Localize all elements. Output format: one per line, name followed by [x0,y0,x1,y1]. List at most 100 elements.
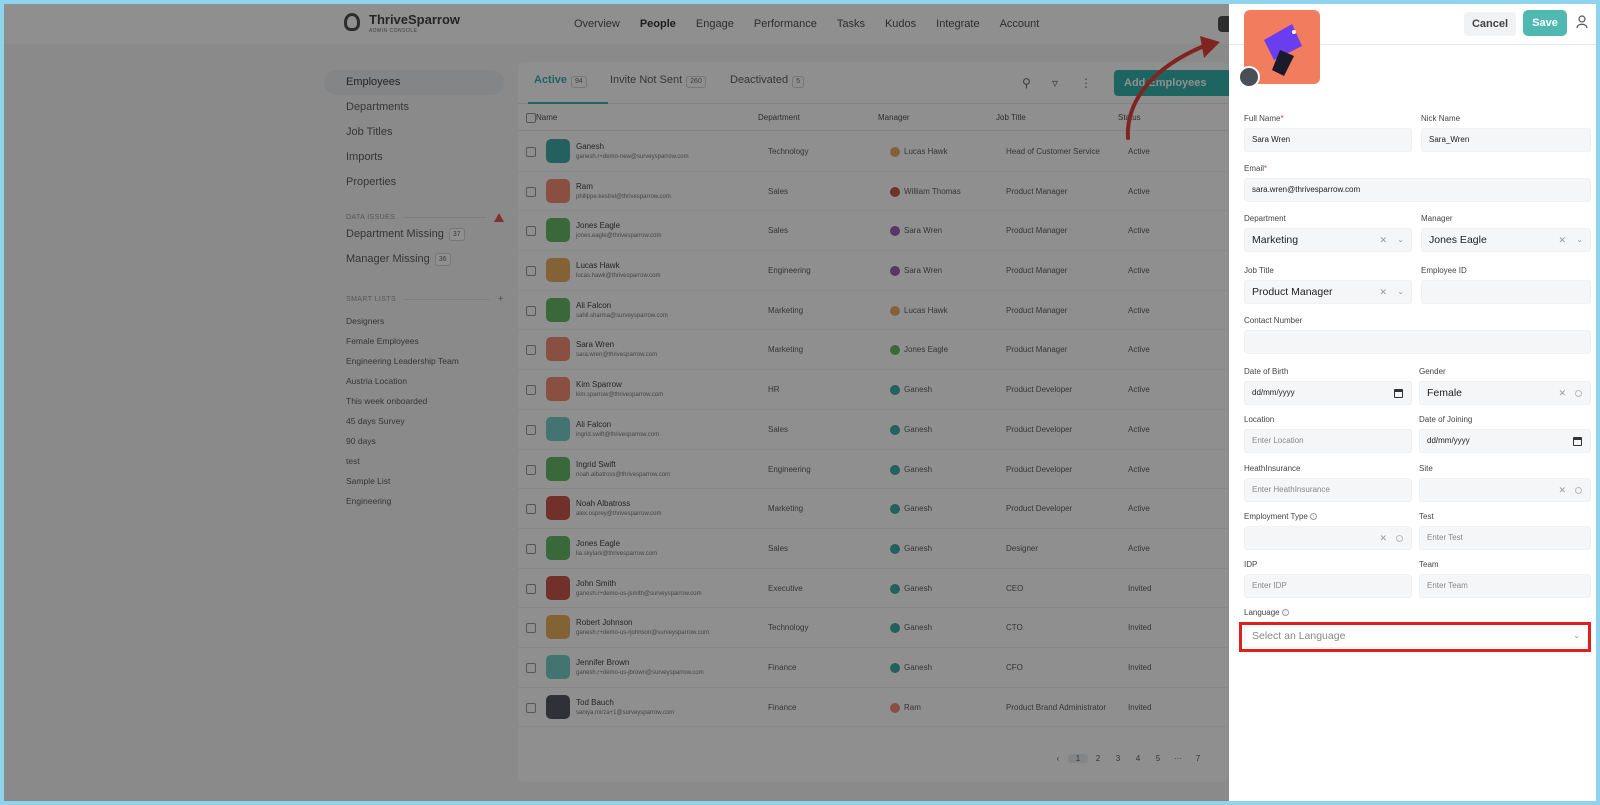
nav-item-engage[interactable]: Engage [696,18,734,30]
nav-item-account[interactable]: Account [1000,18,1040,30]
page-button[interactable]: 4 [1128,754,1148,763]
smart-list-item[interactable]: Sample List [324,471,504,491]
employee-name[interactable]: Ganesh [576,142,604,151]
row-checkbox[interactable] [526,662,536,673]
table-row[interactable]: Kim Sparrow kim.sparrow@thrivesparrow.com… [518,370,1228,410]
calendar-icon[interactable] [1573,437,1582,446]
smart-list-item[interactable]: Engineering [324,491,504,511]
location-input[interactable]: Enter Location [1244,429,1412,453]
table-row[interactable]: Jones Eagle jones.eagle@thrivesparrow.com… [518,211,1228,252]
table-row[interactable]: Robert Johnson ganesh.r+demo-us-rjohnson@… [518,608,1228,648]
row-checkbox[interactable] [526,623,536,634]
employee-name[interactable]: Robert Johnson [576,618,632,627]
info-icon[interactable]: i [1309,513,1317,521]
sidebar-item-departments[interactable]: Departments [324,95,504,120]
column-header-department[interactable]: Department [758,113,800,122]
employee-name[interactable]: Lucas Hawk [576,261,620,270]
employee-name[interactable]: Ingrid Swift [576,460,616,469]
column-header-manager[interactable]: Manager [878,113,910,122]
row-checkbox[interactable] [526,345,536,356]
employee-id-input[interactable] [1421,280,1591,304]
row-checkbox[interactable] [526,464,536,475]
clear-icon[interactable]: ✕ [1558,479,1566,501]
team-input[interactable]: Enter Team [1419,574,1591,598]
table-row[interactable]: Ali Falcon ingrid.swift@thrivesparrow.com… [518,410,1228,450]
test-input[interactable]: Enter Test [1419,526,1591,550]
table-row[interactable]: Ali Falcon sahil.sharma@surveysparrow.com… [518,291,1228,331]
calendar-icon[interactable] [1394,389,1403,398]
table-row[interactable]: Ram philippe.kestrel@thrivesparrow.com Sal… [518,172,1228,212]
row-checkbox[interactable] [526,583,536,594]
page-button[interactable]: ··· [1168,754,1188,763]
table-row[interactable]: Lucas Hawk lucas.hawk@thrivesparrow.com En… [518,251,1228,291]
employee-name[interactable]: Ali Falcon [576,301,611,310]
table-row[interactable]: Jones Eagle lia.skylark@thrivesparrow.com… [518,529,1228,569]
tab-invite-not-sent[interactable]: Invite Not Sent 260 [610,74,706,88]
table-row[interactable]: Ingrid Swift noah.albatross@thrivesparrow… [518,450,1228,490]
clear-icon[interactable]: ✕ [1379,229,1387,251]
column-header-name[interactable]: Name [536,113,557,122]
employee-name[interactable]: Sara Wren [576,340,614,349]
more-options-icon[interactable]: ⋮ [1080,76,1092,90]
table-row[interactable]: Tod Bauch saniya.mirza+1@surveysparrow.co… [518,688,1228,728]
nav-item-overview[interactable]: Overview [574,18,620,30]
employee-name[interactable]: Jones Eagle [576,539,620,548]
page-button[interactable]: 5 [1148,754,1168,763]
row-checkbox[interactable] [526,424,536,435]
nav-item-people[interactable]: People [640,18,676,30]
sidebar-item-imports[interactable]: Imports [324,145,504,170]
employee-name[interactable]: Noah Albatross [576,499,630,508]
data-issue-item[interactable]: Department Missing 37 [324,222,504,247]
table-row[interactable]: Jennifer Brown ganesh.r+demo-us-jbrown@su… [518,648,1228,688]
page-button[interactable]: 7 [1188,754,1208,763]
smart-list-item[interactable]: Engineering Leadership Team [324,351,504,371]
page-button[interactable]: 2 [1088,754,1108,763]
nav-item-integrate[interactable]: Integrate [936,18,979,30]
data-issue-item[interactable]: Manager Missing 36 [324,247,504,272]
smart-list-item[interactable]: Austria Location [324,371,504,391]
clear-icon[interactable]: ✕ [1558,382,1566,404]
search-icon[interactable]: ⚲ [1022,76,1031,90]
smart-list-item[interactable]: This week onboarded [324,391,504,411]
row-checkbox[interactable] [526,226,536,237]
employee-name[interactable]: John Smith [576,579,616,588]
row-checkbox[interactable] [526,186,536,197]
info-icon[interactable]: i [1281,609,1289,617]
job-title-select[interactable]: Product Manager ✕ ⌄ [1244,280,1412,304]
add-smart-list-icon[interactable]: + [498,294,504,305]
idp-input[interactable]: Enter IDP [1244,574,1412,598]
save-button[interactable]: Save [1523,10,1567,36]
table-row[interactable]: John Smith ganesh.r+demo-us-jsmith@survey… [518,569,1228,609]
dob-input[interactable]: dd/mm/yyyy [1244,381,1412,405]
employment-type-select[interactable]: ✕ [1244,526,1412,550]
employee-name[interactable]: Ali Falcon [576,420,611,429]
nav-item-tasks[interactable]: Tasks [837,18,865,30]
site-select[interactable]: ✕ [1419,478,1591,502]
prev-page-icon[interactable]: ‹ [1048,754,1068,763]
row-checkbox[interactable] [526,266,536,277]
sidebar-item-properties[interactable]: Properties [324,170,504,195]
smart-list-item[interactable]: 45 days Survey [324,411,504,431]
row-checkbox[interactable] [526,702,536,713]
employee-name[interactable]: Kim Sparrow [576,380,622,389]
page-button[interactable]: 1 [1068,754,1088,763]
smart-list-item[interactable]: 90 days [324,431,504,451]
clear-icon[interactable]: ✕ [1379,281,1387,303]
tab-deactivated[interactable]: Deactivated 5 [730,74,804,88]
row-checkbox[interactable] [526,543,536,554]
contact-number-input[interactable] [1244,330,1591,354]
employee-name[interactable]: Ram [576,182,593,191]
smart-list-item[interactable]: Designers [324,311,504,331]
page-button[interactable]: 3 [1108,754,1128,763]
table-row[interactable]: Sara Wren sara.wren@thrivesparrow.com Mark… [518,330,1228,371]
health-insurance-input[interactable]: Enter HeathInsurance [1244,478,1412,502]
employee-name[interactable]: Tod Bauch [576,698,614,707]
nick-name-input[interactable]: Sara_Wren [1421,128,1591,152]
row-checkbox[interactable] [526,385,536,396]
row-checkbox[interactable] [526,147,536,157]
smart-list-item[interactable]: Female Employees [324,331,504,351]
tab-active[interactable]: Active 94 [534,74,587,88]
change-photo-camera-icon[interactable] [1238,66,1260,88]
smart-list-item[interactable]: test [324,451,504,471]
department-select[interactable]: Marketing ✕ ⌄ [1244,228,1412,252]
